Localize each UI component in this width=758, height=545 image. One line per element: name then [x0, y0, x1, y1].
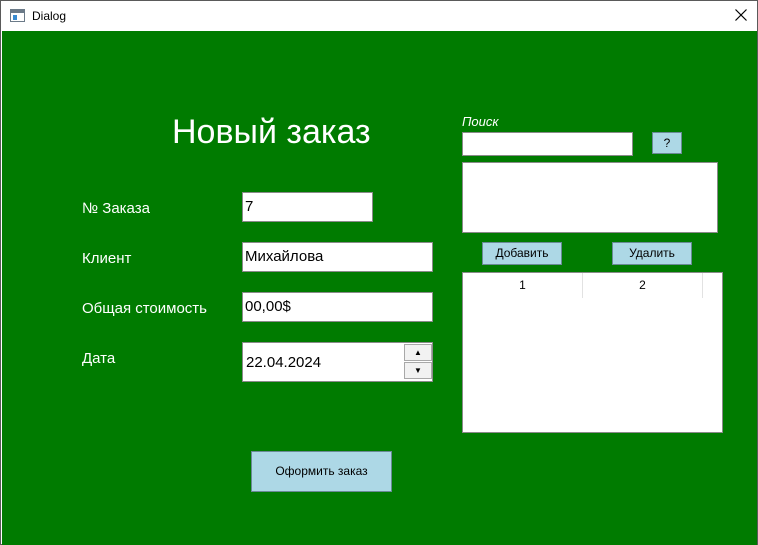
date-edit[interactable]: 22.04.2024 ▲ ▼	[242, 342, 433, 382]
arrow-up-icon: ▲	[414, 348, 422, 357]
client-field[interactable]: Михайлова	[242, 242, 433, 272]
date-spin-down[interactable]: ▼	[404, 362, 432, 379]
date-label: Дата	[82, 350, 116, 367]
search-label: Поиск	[462, 114, 499, 129]
column-header[interactable]: 1	[463, 273, 583, 298]
date-spin-up[interactable]: ▲	[404, 344, 432, 361]
total-cost-field[interactable]: 00,00$	[242, 292, 433, 322]
dialog-window: Dialog Новый заказ № Заказа 7 Клиент Мих…	[0, 0, 758, 545]
order-number-field[interactable]: 7	[242, 192, 373, 222]
order-items-table[interactable]: 1 2	[462, 272, 723, 433]
total-cost-label: Общая стоимость	[82, 300, 207, 317]
column-header[interactable]: 2	[583, 273, 703, 298]
submit-order-button[interactable]: Оформить заказ	[251, 451, 392, 492]
search-results-list[interactable]	[462, 162, 718, 233]
window-app-icon	[10, 9, 25, 22]
page-title: Новый заказ	[172, 113, 371, 151]
search-input[interactable]	[462, 132, 633, 156]
remove-button[interactable]: Удалить	[612, 242, 692, 265]
arrow-down-icon: ▼	[414, 366, 422, 375]
add-button[interactable]: Добавить	[482, 242, 562, 265]
date-value[interactable]: 22.04.2024	[246, 354, 321, 371]
search-help-button[interactable]: ?	[652, 132, 682, 154]
client-label: Клиент	[82, 250, 132, 267]
title-bar[interactable]: Dialog	[1, 1, 757, 31]
window-title: Dialog	[32, 9, 67, 23]
dialog-body: Новый заказ № Заказа 7 Клиент Михайлова …	[2, 31, 757, 545]
order-number-label: № Заказа	[82, 200, 150, 217]
close-icon	[735, 9, 747, 21]
close-button[interactable]	[725, 1, 757, 31]
